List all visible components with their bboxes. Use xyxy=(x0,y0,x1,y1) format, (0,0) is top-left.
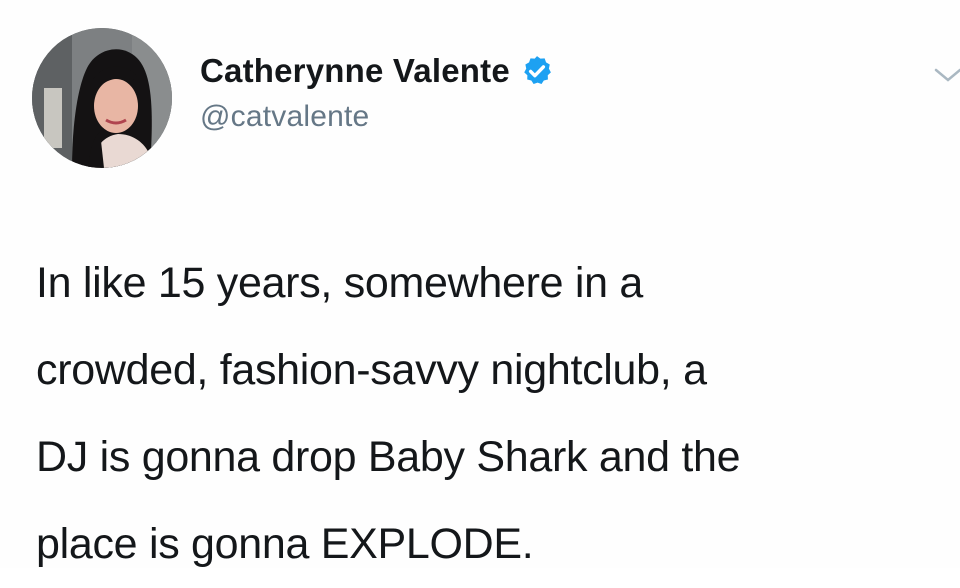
tweet-header: Catherynne Valente @catvalente xyxy=(200,50,554,134)
chevron-down-icon[interactable] xyxy=(932,62,960,86)
display-name[interactable]: Catherynne Valente xyxy=(200,52,510,90)
avatar[interactable] xyxy=(32,28,172,168)
tweet-text: In like 15 years, somewhere in a crowded… xyxy=(36,259,741,568)
verified-badge-icon xyxy=(520,54,554,88)
tweet-card: Catherynne Valente @catvalente In like 1… xyxy=(0,0,960,568)
profile-photo-icon xyxy=(32,28,172,168)
name-row: Catherynne Valente xyxy=(200,50,554,92)
user-handle[interactable]: @catvalente xyxy=(200,100,554,134)
